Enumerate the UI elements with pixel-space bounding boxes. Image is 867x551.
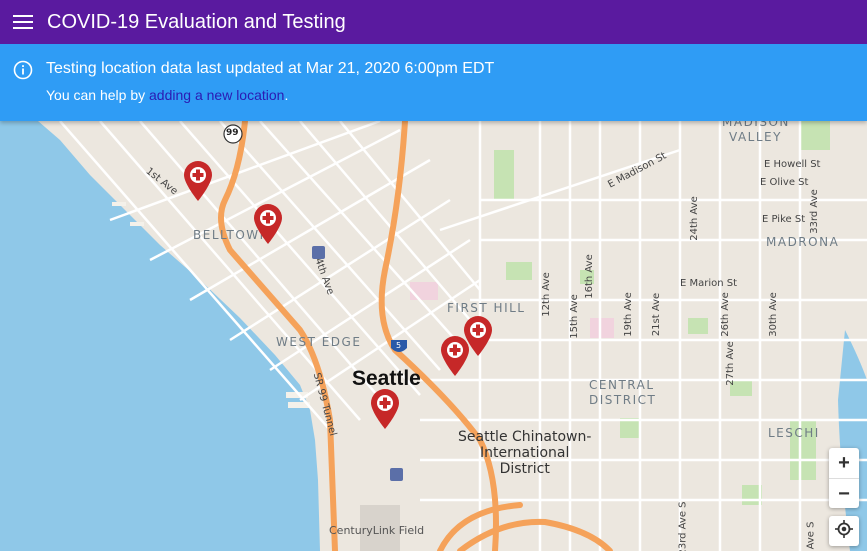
- street-ave-s: Ave S: [805, 521, 817, 550]
- page-title: COVID-19 Evaluation and Testing: [47, 10, 346, 33]
- street-12th-ave: 12th Ave: [540, 272, 552, 317]
- district-west-edge: WEST EDGE: [276, 335, 362, 349]
- highway-99-label: 99: [226, 128, 239, 138]
- district-first-hill: FIRST HILL: [447, 301, 526, 315]
- district-madrona: MADRONA: [766, 235, 840, 249]
- add-location-link[interactable]: adding a new location: [149, 87, 284, 103]
- app-bar: COVID-19 Evaluation and Testing: [0, 0, 867, 44]
- district-central-2: DISTRICT: [589, 393, 657, 407]
- info-banner: Testing location data last updated at Ma…: [0, 44, 867, 121]
- help-suffix: .: [284, 87, 289, 103]
- street-33rd-ave: 33rd Ave: [808, 189, 820, 234]
- transit-station-icon: [312, 246, 325, 259]
- street-24th-ave: 24th Ave: [688, 196, 700, 241]
- map-view[interactable]: MADISON VALLEY BELLTOWN MADRONA FIRST HI…: [0, 121, 867, 551]
- street-27th-ave: 27th Ave: [724, 341, 736, 386]
- street-e-howell: E Howell St: [764, 159, 821, 170]
- street-19th-ave: 19th Ave: [622, 292, 634, 337]
- transit-station-icon: [390, 468, 403, 481]
- street-21st-ave: 21st Ave: [651, 292, 663, 337]
- testing-location-pin-icon[interactable]: [439, 335, 471, 377]
- testing-location-pin-icon[interactable]: [369, 388, 401, 430]
- street-16th-ave: 16th Ave: [583, 254, 595, 299]
- district-central-1: CENTRAL: [589, 378, 655, 392]
- hamburger-menu-icon[interactable]: [0, 0, 46, 44]
- help-text: You can help by adding a new location.: [46, 87, 288, 103]
- street-e-pike: E Pike St: [762, 214, 806, 225]
- area-chinatown-line3: District: [499, 461, 550, 477]
- my-location-icon: [835, 519, 853, 543]
- centurylink-field-label: CenturyLink Field: [329, 524, 425, 537]
- help-prefix: You can help by: [46, 87, 150, 103]
- last-updated-text: Testing location data last updated at Ma…: [46, 60, 495, 77]
- testing-location-pin-icon[interactable]: [252, 203, 284, 245]
- district-madison-valley-1: MADISON: [722, 121, 790, 129]
- area-chinatown-line2: International: [480, 445, 570, 461]
- zoom-in-button[interactable]: +: [829, 448, 859, 479]
- street-26th-ave: 26th Ave: [719, 292, 731, 337]
- highway-5-label: 5: [396, 341, 402, 350]
- area-chinatown: Seattle Chinatown- International Distric…: [458, 429, 591, 477]
- street-e-marion: E Marion St: [680, 278, 738, 289]
- street-e-olive: E Olive St: [760, 177, 809, 188]
- district-leschi: LESCHI: [768, 426, 820, 440]
- area-chinatown-line1: Seattle Chinatown-: [458, 429, 592, 445]
- street-23rd-ave-s: 23rd Ave S: [677, 501, 689, 551]
- map-canvas: [0, 121, 867, 551]
- zoom-control: + −: [829, 448, 859, 508]
- my-location-button[interactable]: [829, 516, 859, 546]
- street-15th-ave: 15th Ave: [568, 294, 580, 339]
- street-30th-ave: 30th Ave: [767, 292, 779, 337]
- district-madison-valley-2: VALLEY: [729, 130, 782, 144]
- testing-location-pin-icon[interactable]: [182, 160, 214, 202]
- info-icon: [13, 60, 33, 85]
- zoom-out-button[interactable]: −: [829, 479, 859, 509]
